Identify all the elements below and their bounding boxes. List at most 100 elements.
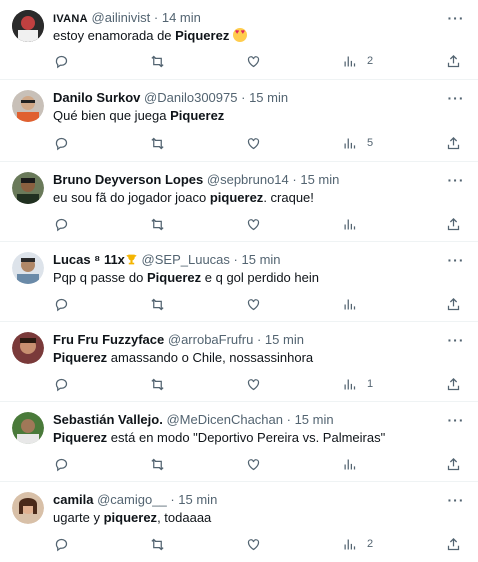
tweet[interactable]: Bruno Deyverson Lopes @sepbruno14 · 15 m… — [0, 162, 478, 242]
trophy-icon — [126, 254, 137, 265]
like-icon — [247, 55, 260, 67]
avatar[interactable] — [12, 252, 44, 284]
reply-button[interactable] — [54, 534, 69, 554]
like-button[interactable] — [246, 294, 261, 314]
share-icon — [447, 136, 460, 149]
share-button[interactable] — [446, 133, 461, 153]
views-button[interactable] — [342, 454, 357, 474]
author-name[interactable]: IVANA — [53, 13, 88, 25]
tweet[interactable]: Fru Fru Fuzzyface @arrobaFrufru · 15 min… — [0, 322, 478, 402]
timestamp[interactable]: 15 min — [249, 90, 288, 105]
like-button[interactable] — [246, 534, 261, 554]
text-segment: eu sou fã do jogador joaco — [53, 190, 210, 205]
share-icon — [447, 297, 460, 310]
like-button[interactable] — [246, 374, 261, 394]
avatar[interactable] — [12, 172, 44, 204]
share-icon — [447, 217, 460, 230]
author-handle[interactable]: @MeDicenChachan — [166, 412, 283, 427]
author-name[interactable]: Lucas ⁸ 11x — [53, 252, 125, 267]
tweet[interactable]: camila @camigo__ · 15 min ··· ugarte y p… — [0, 482, 478, 562]
timestamp[interactable]: 15 min — [242, 252, 281, 267]
share-button[interactable] — [446, 294, 461, 314]
tweet-header: Lucas ⁸ 11x @SEP_Luucas · 15 min — [53, 251, 438, 269]
avatar[interactable] — [12, 10, 44, 42]
reply-icon — [55, 298, 68, 311]
author-name[interactable]: Bruno Deyverson Lopes — [53, 172, 203, 187]
tweet-text: Pqp q passe do Piquerez e q gol perdido … — [53, 269, 458, 287]
reply-button[interactable] — [54, 454, 69, 474]
reply-button[interactable] — [54, 374, 69, 394]
author-handle[interactable]: @ailinivist — [92, 10, 151, 25]
avatar[interactable] — [12, 412, 44, 444]
retweet-button[interactable] — [150, 133, 165, 153]
avatar[interactable] — [12, 492, 44, 524]
views-button[interactable]: 2 — [342, 534, 373, 554]
retweet-icon — [151, 458, 164, 470]
timestamp[interactable]: 14 min — [162, 10, 201, 25]
avatar[interactable] — [12, 332, 44, 364]
tweet[interactable]: Lucas ⁸ 11x @SEP_Luucas · 15 min ··· Pqp… — [0, 242, 478, 322]
mention-bold: Piquerez — [170, 108, 225, 123]
views-count: 5 — [367, 137, 374, 149]
like-button[interactable] — [246, 133, 261, 153]
views-icon — [344, 379, 356, 389]
tweet-text: ugarte y piquerez, todaaaa — [53, 509, 458, 527]
author-handle[interactable]: @SEP_Luucas — [142, 252, 230, 267]
views-icon — [344, 459, 356, 469]
like-button[interactable] — [246, 51, 261, 71]
share-button[interactable] — [446, 534, 461, 554]
views-button[interactable] — [342, 294, 357, 314]
tweet[interactable]: IVANA @ailinivist · 14 min ··· estoy ena… — [0, 0, 478, 80]
mention-bold: piquerez — [103, 510, 158, 525]
avatar[interactable] — [12, 90, 44, 122]
retweet-button[interactable] — [150, 214, 165, 234]
share-button[interactable] — [446, 51, 461, 71]
retweet-button[interactable] — [150, 51, 165, 71]
author-name[interactable]: camila — [53, 492, 93, 507]
text-segment: Qué bien que juega — [53, 108, 171, 123]
retweet-icon — [151, 538, 164, 550]
like-icon — [247, 538, 260, 550]
retweet-button[interactable] — [150, 294, 165, 314]
views-count: 2 — [367, 538, 374, 550]
reply-button[interactable] — [54, 214, 69, 234]
timestamp[interactable]: 15 min — [178, 492, 217, 507]
author-name[interactable]: Danilo Surkov — [53, 90, 140, 105]
tweet-header: Fru Fru Fuzzyface @arrobaFrufru · 15 min — [53, 331, 438, 349]
retweet-button[interactable] — [150, 374, 165, 394]
timestamp[interactable]: 15 min — [295, 412, 334, 427]
views-button[interactable]: 2 — [342, 51, 373, 71]
reply-icon — [55, 137, 68, 150]
views-button[interactable]: 1 — [342, 374, 373, 394]
share-button[interactable] — [446, 214, 461, 234]
author-handle[interactable]: @arrobaFrufru — [168, 332, 253, 347]
author-handle[interactable]: @Danilo300975 — [144, 90, 237, 105]
like-button[interactable] — [246, 214, 261, 234]
tweet-actions: 2 — [50, 51, 470, 71]
tweet[interactable]: Danilo Surkov @Danilo300975 · 15 min ···… — [0, 80, 478, 162]
timestamp[interactable]: 15 min — [300, 172, 339, 187]
share-button[interactable] — [446, 374, 461, 394]
like-icon — [247, 218, 260, 230]
retweet-button[interactable] — [150, 454, 165, 474]
text-segment: está en modo "Deportivo Pereira vs. Palm… — [107, 430, 386, 445]
author-handle[interactable]: @sepbruno14 — [207, 172, 289, 187]
views-button[interactable] — [342, 214, 357, 234]
views-button[interactable]: 5 — [342, 133, 373, 153]
reply-button[interactable] — [54, 51, 69, 71]
mention-bold: Piquerez — [146, 270, 202, 285]
reply-button[interactable] — [54, 133, 69, 153]
tweet-feed: IVANA @ailinivist · 14 min · · · estoy ena… — [0, 0, 478, 562]
tweet[interactable]: Sebastián Vallejo. @MeDicenChachan · 15 … — [0, 402, 478, 482]
share-button[interactable] — [446, 454, 461, 474]
tweet-actions — [50, 294, 470, 314]
tweet-text: Piquerez está en modo "Deportivo Pereira… — [53, 429, 458, 447]
retweet-button[interactable] — [150, 534, 165, 554]
reply-button[interactable] — [54, 294, 69, 314]
text-segment: . craque! — [263, 190, 314, 205]
author-name[interactable]: Fru Fru Fuzzyface — [53, 332, 164, 347]
like-button[interactable] — [246, 454, 261, 474]
timestamp[interactable]: 15 min — [265, 332, 304, 347]
author-name[interactable]: Sebastián Vallejo. — [53, 412, 163, 427]
author-handle[interactable]: @camigo__ — [97, 492, 167, 507]
